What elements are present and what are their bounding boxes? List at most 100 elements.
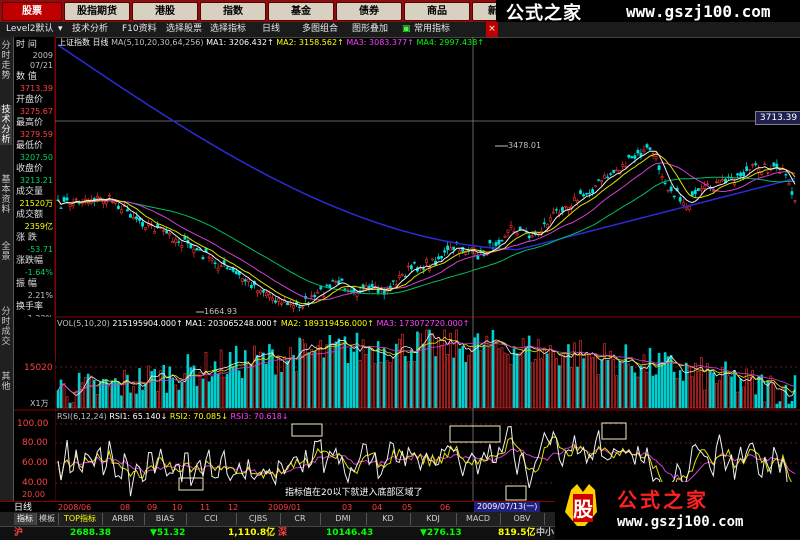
volume-bar [65, 396, 69, 409]
candle [219, 265, 223, 267]
candle [198, 249, 202, 251]
kline-chart[interactable] [0, 0, 800, 539]
candle [663, 182, 667, 185]
volume-bar [186, 354, 190, 409]
candle [585, 192, 588, 195]
ma1-value: MA1: 3206.432↑ [206, 38, 274, 47]
vol-ma1: MA1: 203065248.000↑ [185, 319, 279, 328]
tab-bias[interactable]: BIAS [144, 513, 187, 525]
volume-bar [772, 382, 776, 409]
sz-label: 深 [278, 528, 288, 538]
volume-bar [68, 402, 72, 409]
volume-bar [114, 378, 117, 409]
candle [530, 235, 534, 238]
volume-bar [654, 374, 658, 409]
sme-label: 中小 [536, 528, 555, 538]
volume-bar [479, 350, 483, 409]
volume-bar [274, 374, 277, 409]
volume-bar [283, 356, 286, 409]
volume-bar [358, 360, 362, 409]
volume-bar [207, 381, 211, 409]
volume-bar [352, 351, 356, 409]
candle [630, 156, 634, 159]
volume-bar [89, 375, 93, 409]
candle [153, 231, 157, 234]
tab-dmi[interactable]: DMI [320, 513, 367, 525]
volume-bar [703, 389, 706, 409]
volume-bar [168, 366, 172, 409]
candle [739, 172, 743, 177]
volume-bar [237, 370, 241, 409]
volume-bar [413, 360, 416, 409]
tab-indicator[interactable]: 指标 [14, 513, 37, 525]
volume-bar [579, 340, 582, 409]
volume-bar [775, 403, 779, 409]
volume-bar [231, 366, 235, 409]
brand-logo-name: 公式之家 [617, 488, 709, 512]
volume-bar [398, 338, 401, 409]
candle [500, 240, 504, 242]
volume-bar [419, 333, 422, 409]
candle [135, 216, 138, 220]
volume-bar [253, 345, 256, 409]
volume-bar [117, 381, 120, 409]
candle [775, 163, 779, 168]
tab-cjbs[interactable]: CJBS [236, 513, 281, 525]
volume-bar [603, 343, 606, 409]
tab-kd[interactable]: KD [366, 513, 411, 525]
tab-arbr[interactable]: ARBR [102, 513, 145, 525]
tab-macd[interactable]: MACD [456, 513, 501, 525]
volume-bar [754, 394, 758, 409]
candle [216, 267, 220, 271]
candle [494, 242, 498, 246]
candle [95, 195, 99, 199]
vol-value: 215195904.000↑ [112, 319, 183, 328]
candle [406, 265, 410, 268]
volume-bar [552, 351, 555, 409]
volume-bar [198, 371, 202, 409]
candle [255, 290, 259, 294]
volume-bar [80, 382, 84, 409]
volume-bar [561, 355, 564, 409]
volume-bar [428, 329, 431, 409]
candle [355, 292, 359, 297]
tab-top-indicator[interactable]: TOP指标 [58, 513, 103, 525]
candle [696, 188, 700, 192]
volume-bar [784, 384, 788, 409]
tab-kdj[interactable]: KDJ [410, 513, 457, 525]
candle [343, 288, 347, 290]
candle [681, 202, 685, 206]
ma-params: MA(5,10,20,30,64,256) [111, 38, 204, 47]
volume-bar [718, 380, 721, 409]
candle [446, 245, 450, 251]
volume-bar [431, 332, 434, 409]
tab-template[interactable]: 模板 [36, 513, 59, 525]
candle [129, 214, 132, 218]
candle [669, 186, 673, 192]
ma2-value: MA2: 3158.562↑ [276, 38, 344, 47]
volume-bar [174, 384, 178, 409]
volume-bar [542, 347, 546, 409]
candle [234, 271, 238, 275]
volume-bar [340, 342, 344, 409]
candle [636, 149, 640, 154]
candle [107, 194, 111, 197]
volume-bar [325, 344, 329, 409]
tab-cr[interactable]: CR [280, 513, 321, 525]
volume-bar [180, 381, 184, 409]
candle [168, 233, 172, 236]
candle [340, 278, 344, 281]
candle [470, 247, 474, 250]
candle [110, 201, 114, 203]
volume-bar [177, 389, 181, 409]
candle [261, 290, 265, 293]
candle [503, 235, 507, 238]
candle [551, 211, 555, 214]
tab-obv[interactable]: OBV [500, 513, 545, 525]
tab-cci[interactable]: CCI [186, 513, 237, 525]
volume-bar [162, 364, 166, 409]
candle [271, 297, 274, 301]
security-name: 上证指数 日线 [58, 38, 109, 47]
candle [482, 254, 486, 256]
volume-bar [494, 341, 498, 409]
